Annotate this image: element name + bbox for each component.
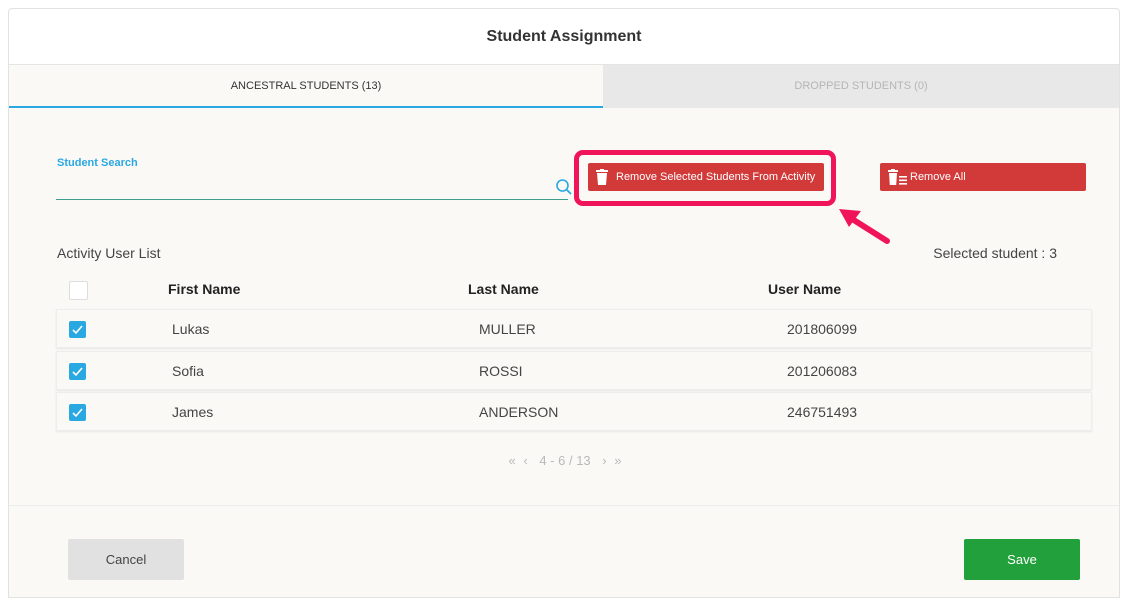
tab-bar: ANCESTRAL STUDENTS (13) DROPPED STUDENTS… bbox=[9, 65, 1119, 108]
save-button[interactable]: Save bbox=[964, 539, 1080, 580]
row-checkbox[interactable] bbox=[69, 363, 86, 380]
dialog-title: Student Assignment bbox=[9, 9, 1119, 65]
tab-ancestral-students[interactable]: ANCESTRAL STUDENTS (13) bbox=[9, 65, 603, 108]
row-checkbox[interactable] bbox=[69, 321, 86, 338]
pagination: « ‹ 4 - 6 / 13 › » bbox=[9, 453, 1121, 468]
first-name-cell: Lukas bbox=[172, 321, 210, 337]
student-search-field bbox=[56, 175, 572, 200]
cancel-button[interactable]: Cancel bbox=[68, 539, 184, 580]
last-name-cell: ANDERSON bbox=[479, 404, 559, 420]
user-name-cell: 201206083 bbox=[787, 363, 858, 379]
table-row[interactable]: James ANDERSON 246751493 bbox=[56, 392, 1092, 431]
tab-dropped-students[interactable]: DROPPED STUDENTS (0) bbox=[603, 65, 1119, 108]
activity-user-list-title: Activity User List bbox=[57, 245, 161, 261]
checkmark-icon bbox=[72, 367, 83, 377]
checkmark-icon bbox=[72, 408, 83, 418]
student-search-input[interactable] bbox=[56, 175, 540, 199]
select-all-checkbox[interactable] bbox=[69, 281, 88, 300]
search-icon[interactable] bbox=[555, 178, 573, 196]
table-row[interactable]: Sofia ROSSI 201206083 bbox=[56, 351, 1092, 390]
next-page-icon[interactable]: › bbox=[602, 453, 606, 468]
first-page-icon[interactable]: « bbox=[509, 453, 516, 468]
row-checkbox[interactable] bbox=[69, 404, 86, 421]
student-assignment-dialog: Student Assignment ANCESTRAL STUDENTS (1… bbox=[8, 8, 1120, 598]
selected-student-count: Selected student : 3 bbox=[933, 245, 1057, 261]
column-first-name: First Name bbox=[168, 281, 241, 297]
student-search-label: Student Search bbox=[57, 157, 138, 169]
remove-all-button[interactable]: Remove All bbox=[880, 163, 1086, 191]
pointer-arrow-annotation bbox=[839, 209, 890, 244]
page-range: 4 - 6 / 13 bbox=[539, 453, 591, 468]
trash-icon bbox=[596, 169, 608, 185]
column-user-name: User Name bbox=[768, 281, 842, 297]
last-page-icon[interactable]: » bbox=[614, 453, 621, 468]
footer-divider bbox=[9, 505, 1119, 506]
first-name-cell: Sofia bbox=[172, 363, 204, 379]
remove-selected-label: Remove Selected Students From Activity bbox=[616, 171, 816, 183]
column-last-name: Last Name bbox=[468, 281, 539, 297]
previous-page-icon[interactable]: ‹ bbox=[523, 453, 527, 468]
last-name-cell: ROSSI bbox=[479, 363, 523, 379]
user-name-cell: 246751493 bbox=[787, 404, 858, 420]
trash-list-icon bbox=[888, 169, 907, 185]
last-name-cell: MULLER bbox=[479, 321, 536, 337]
table-header: First Name Last Name User Name bbox=[56, 279, 1092, 309]
remove-selected-students-button[interactable]: Remove Selected Students From Activity bbox=[588, 163, 824, 191]
user-name-cell: 201806099 bbox=[787, 321, 858, 337]
first-name-cell: James bbox=[172, 404, 214, 420]
table-row[interactable]: Lukas MULLER 201806099 bbox=[56, 309, 1092, 348]
remove-all-label: Remove All bbox=[910, 171, 966, 183]
checkmark-icon bbox=[72, 325, 83, 335]
